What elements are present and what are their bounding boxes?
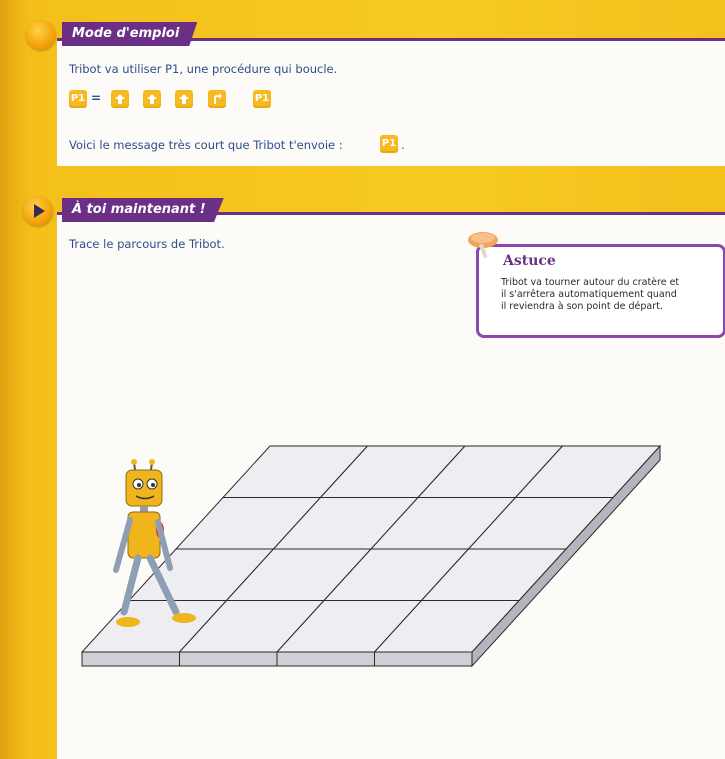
grid-platform [80,444,662,668]
